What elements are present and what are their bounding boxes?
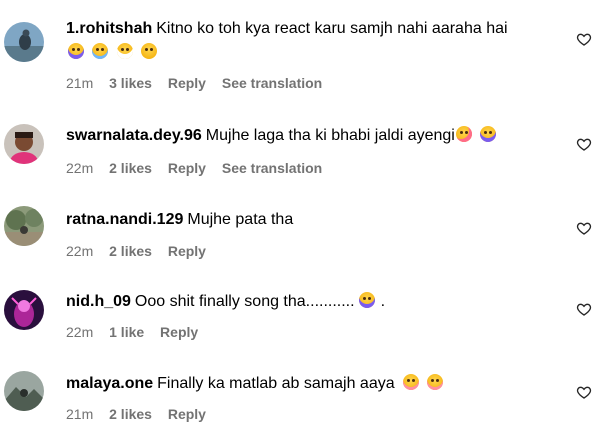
comment-text: ratna.nandi.129 Mujhe pata tha [66, 209, 562, 231]
comment-meta: 22m 2 likes Reply See translation [66, 159, 562, 177]
like-heart-icon[interactable] [576, 301, 592, 317]
comment-timestamp[interactable]: 22m [66, 243, 93, 259]
joy-face-icon [92, 43, 109, 59]
avatar[interactable] [4, 371, 44, 411]
comment-username[interactable]: swarnalata.dey.96 [66, 127, 202, 144]
comment-timestamp[interactable]: 22m [66, 324, 93, 340]
reply-button[interactable]: Reply [168, 243, 206, 259]
like-heart-icon[interactable] [576, 136, 592, 152]
sad-face-icon [402, 374, 419, 390]
comment-text: nid.h_09 Ooo shit finally song tha.......… [66, 291, 562, 313]
comment-meta: 22m 2 likes Reply [66, 242, 562, 260]
comment-timestamp[interactable]: 21m [66, 406, 93, 422]
comment-username[interactable]: malaya.one [66, 375, 153, 392]
comment-meta: 22m 1 like Reply [66, 323, 562, 341]
comment-username[interactable]: nid.h_09 [66, 293, 131, 310]
avatar-image [4, 124, 44, 164]
avatar[interactable] [4, 290, 44, 330]
see-translation-button[interactable]: See translation [222, 75, 322, 91]
grinning-face-icon [116, 43, 133, 59]
like-heart-icon[interactable] [576, 384, 592, 400]
comment-body-suffix: . [380, 293, 386, 310]
comment-body: Ooo shit finally song tha........... [134, 293, 355, 310]
comment-text: swarnalata.dey.96 Mujhe laga tha ki bhabi… [66, 125, 562, 147]
comment-text: 1.rohitshah Kitno ko toh kya react karu s… [66, 18, 562, 40]
avatar[interactable] [4, 124, 44, 164]
avatar[interactable] [4, 22, 44, 62]
smiling-face-icon [141, 43, 158, 59]
likes-count[interactable]: 2 likes [109, 160, 152, 176]
comment-body: Mujhe laga tha ki bhabi jaldi ayengi [205, 127, 455, 144]
crying-face-icon [479, 126, 496, 142]
comment-item: 1.rohitshah Kitno ko toh kya react karu s… [0, 0, 602, 100]
reply-button[interactable]: Reply [168, 406, 206, 422]
comment-item: malaya.one Finally ka matlab ab samajh aa… [0, 351, 602, 438]
comment-text: malaya.one Finally ka matlab ab samajh aa… [66, 373, 562, 395]
see-translation-button[interactable]: See translation [222, 160, 322, 176]
comment-body: Mujhe pata tha [187, 211, 294, 228]
like-heart-icon[interactable] [576, 31, 592, 47]
avatar-image [4, 371, 44, 411]
sad-face-icon [426, 374, 443, 390]
reply-button[interactable]: Reply [160, 324, 198, 340]
comment-username[interactable]: ratna.nandi.129 [66, 211, 183, 228]
comment-body: Kitno ko toh kya react karu samjh nahi a… [156, 20, 508, 37]
comment-timestamp[interactable]: 21m [66, 75, 93, 91]
comment-item: ratna.nandi.129 Mujhe pata tha 22m 2 like… [0, 187, 602, 267]
avatar[interactable] [4, 206, 44, 246]
crying-face-icon [68, 43, 84, 59]
comment-item: swarnalata.dey.96 Mujhe laga tha ki bhabi… [0, 104, 602, 184]
comment-emoji-line [66, 42, 562, 64]
reply-button[interactable]: Reply [168, 75, 206, 91]
comment-body: Finally ka matlab ab samajh aaya [157, 375, 395, 392]
avatar-image [4, 206, 44, 246]
reply-button[interactable]: Reply [168, 160, 206, 176]
comment-list: 1.rohitshah Kitno ko toh kya react karu s… [0, 0, 602, 438]
likes-count[interactable]: 1 like [109, 324, 144, 340]
likes-count[interactable]: 2 likes [109, 406, 152, 422]
comment-meta: 21m 2 likes Reply [66, 405, 562, 423]
like-heart-icon[interactable] [576, 220, 592, 236]
crying-face-icon [358, 292, 375, 308]
avatar-image [4, 22, 44, 62]
yum-face-icon [455, 126, 472, 142]
avatar-image [4, 290, 44, 330]
likes-count[interactable]: 3 likes [109, 75, 152, 91]
comment-timestamp[interactable]: 22m [66, 160, 93, 176]
comment-meta: 21m 3 likes Reply See translation [66, 74, 562, 92]
likes-count[interactable]: 2 likes [109, 243, 152, 259]
comment-item: nid.h_09 Ooo shit finally song tha.......… [0, 268, 602, 348]
comment-username[interactable]: 1.rohitshah [66, 20, 152, 37]
